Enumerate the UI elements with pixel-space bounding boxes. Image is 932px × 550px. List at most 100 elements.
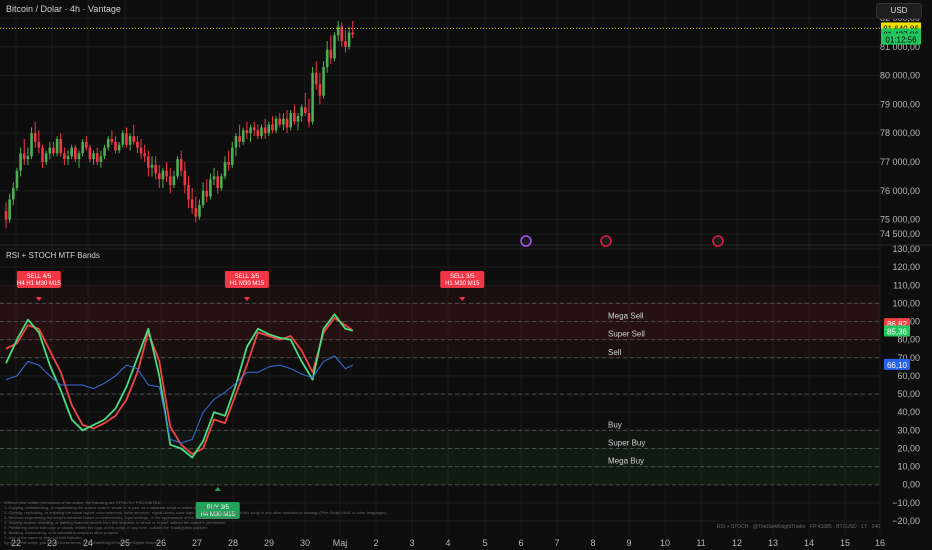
price-tick-label: 77 000,00 — [880, 157, 920, 167]
candle-body — [198, 205, 201, 217]
candle-body — [114, 141, 117, 151]
candle-body — [4, 210, 8, 220]
candle-body — [150, 164, 154, 168]
candle-body — [245, 130, 249, 134]
candle-body — [132, 136, 136, 142]
indicator-tick-label: 20,00 — [897, 443, 920, 453]
signal-label: SELL 4/5 — [27, 274, 52, 280]
band-label: Super Sell — [608, 330, 645, 339]
candle-body — [172, 176, 176, 186]
candle-body — [37, 141, 41, 148]
candle-body — [30, 133, 33, 157]
candle-body — [128, 136, 132, 145]
candle-body — [41, 147, 44, 162]
chart-canvas[interactable]: 74 500,00 75 000,00 76 000,00 77 000,00 78 0… — [0, 0, 932, 550]
candle-body — [333, 35, 336, 59]
candle-body — [136, 141, 139, 148]
candle-body — [311, 72, 314, 122]
mega-sell-zone — [0, 303, 880, 340]
candle-body — [176, 159, 179, 177]
indicator-tick-label: −10,00 — [892, 498, 920, 508]
candle-body — [285, 118, 289, 128]
candle-body — [168, 176, 172, 186]
currency-selector[interactable]: USD — [876, 3, 922, 19]
signal-label: H1 M30 M15 — [230, 281, 265, 287]
band-label: Super Buy — [608, 438, 645, 447]
time-tick-label: 15 — [840, 538, 850, 548]
candle-body — [296, 115, 300, 122]
candle-body — [33, 133, 37, 142]
candle-body — [139, 147, 143, 154]
candle-body — [347, 32, 351, 47]
candle-body — [231, 147, 234, 165]
candle-body — [44, 153, 48, 162]
candle-body — [63, 153, 66, 160]
candle-body — [165, 170, 168, 177]
band-label: Mega Buy — [608, 457, 644, 466]
price-tick-label: 76 000,00 — [880, 186, 920, 196]
candle-body — [59, 138, 63, 154]
candle-body — [158, 173, 161, 180]
time-tick-label: 16 — [875, 538, 885, 548]
time-tick-label: 14 — [804, 538, 814, 548]
indicator-tick-label: 50,00 — [897, 389, 920, 399]
candle-body — [121, 133, 125, 145]
time-tick-label: 12 — [732, 538, 742, 548]
candle-body — [125, 133, 128, 145]
candle-body — [329, 49, 333, 59]
candle-body — [110, 138, 114, 142]
candle-body — [201, 190, 205, 206]
band-label: Buy — [608, 420, 622, 429]
candle-body — [260, 127, 263, 137]
candle-body — [234, 136, 238, 148]
chart-title: Bitcoin / Dolar · 4h · Vantage — [6, 4, 121, 14]
candle-body — [12, 187, 15, 200]
indicator-tick-label: 120,00 — [892, 262, 920, 272]
candle-body — [26, 156, 30, 160]
candle-body — [15, 170, 19, 188]
indicator-title: RSI + STOCH MTF Bands — [6, 251, 100, 260]
indicator-value-label: 85,36 — [887, 328, 908, 337]
candle-body — [92, 153, 95, 160]
candle-body — [95, 153, 99, 162]
candle-body — [252, 127, 256, 131]
candle-body — [300, 107, 303, 116]
candle-body — [351, 32, 355, 35]
candle-body — [77, 153, 81, 160]
band-label: Sell — [608, 348, 622, 357]
candle-body — [249, 127, 252, 134]
candle-body — [212, 176, 216, 180]
mega-buy-zone — [0, 448, 880, 485]
signal-label: SELL 3/5 — [235, 274, 260, 280]
candle-body — [143, 153, 146, 157]
candle-body — [318, 84, 322, 96]
buy-arrow-icon — [214, 487, 221, 491]
candle-body — [99, 156, 103, 162]
indicator-tick-label: 40,00 — [897, 407, 920, 417]
price-tick-label: 75 000,00 — [880, 215, 920, 225]
candle-body — [187, 185, 190, 200]
candle-body — [267, 124, 271, 134]
candle-body — [241, 130, 245, 142]
price-label: 01:12:56 — [885, 36, 917, 45]
disclaimer-line: By using this script, you accept these t… — [4, 540, 164, 545]
candle-body — [238, 136, 241, 142]
candle-body — [52, 147, 55, 154]
price-tick-label: 80 000,00 — [880, 71, 920, 81]
candle-body — [256, 130, 260, 137]
candle-body — [220, 176, 223, 188]
time-tick-label: 10 — [660, 538, 670, 548]
signal-label: H1 M30 M15 — [445, 281, 480, 287]
indicator-tick-label: 130,00 — [892, 244, 920, 254]
candle-body — [117, 144, 121, 151]
indicator-tick-label: 60,00 — [897, 371, 920, 381]
candle-body — [183, 170, 187, 186]
candle-body — [55, 138, 59, 154]
candle-body — [19, 153, 22, 171]
candle-body — [85, 141, 88, 148]
price-tick-label: 78 000,00 — [880, 128, 920, 138]
candle-body — [161, 170, 165, 180]
candle-body — [205, 190, 209, 197]
candle-body — [209, 179, 212, 197]
candle-body — [344, 41, 347, 47]
